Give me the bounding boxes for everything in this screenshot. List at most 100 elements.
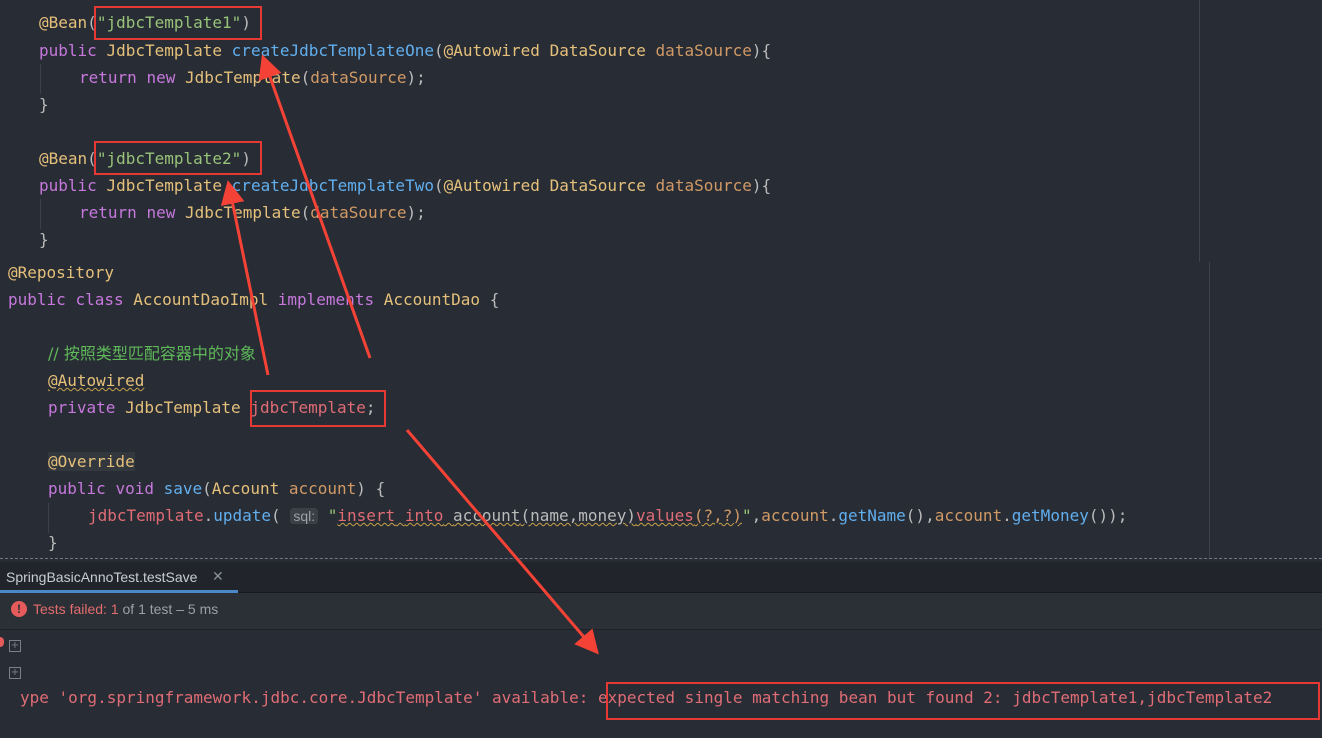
- paren: (),: [905, 506, 935, 525]
- paren: (: [433, 41, 444, 60]
- annotation-box-error: [606, 682, 1320, 720]
- brace: }: [48, 533, 58, 552]
- keyword: void: [115, 479, 154, 498]
- code-line-method-two[interactable]: public JdbcTemplate createJdbcTemplateTw…: [39, 176, 771, 196]
- type: DataSource: [549, 176, 646, 195]
- bean-annotation: @Bean: [39, 13, 88, 32]
- code-line-class-decl[interactable]: public class AccountDaoImpl implements A…: [8, 290, 499, 310]
- brace: {: [489, 290, 500, 309]
- test-status-text: Tests failed: 1 of 1 test – 5 ms: [33, 601, 218, 617]
- override-annotation: @Override: [48, 452, 135, 471]
- failed-count: 1: [110, 601, 119, 617]
- keyword: private: [48, 398, 116, 417]
- type: JdbcTemplate: [184, 203, 301, 222]
- type: Account: [211, 479, 280, 498]
- tab-run-config[interactable]: SpringBasicAnnoTest.testSave ✕: [0, 562, 238, 593]
- indent-guide: [40, 64, 41, 94]
- code-line-brace: }: [39, 230, 49, 250]
- brace: }: [39, 95, 49, 114]
- code-line-return-one[interactable]: return new JdbcTemplate(dataSource);: [79, 68, 426, 88]
- brace: }: [39, 230, 49, 249]
- paren: (: [271, 506, 281, 525]
- parameter: account: [288, 479, 357, 498]
- code-line-repository[interactable]: @Repository: [8, 263, 114, 283]
- type: JdbcTemplate: [125, 398, 241, 417]
- paren: ) {: [356, 479, 386, 498]
- class-name: AccountDaoImpl: [133, 290, 269, 309]
- keyword: new: [146, 68, 176, 87]
- paren: (: [202, 479, 212, 498]
- parameter: account: [934, 506, 1003, 525]
- sql-keyword: values: [636, 506, 694, 525]
- error-icon: !: [11, 601, 27, 617]
- right-margin-line: [1209, 262, 1210, 558]
- dot: .: [203, 506, 214, 525]
- sql-columns: (name,money): [520, 506, 637, 525]
- code-line-autowired[interactable]: @Autowired: [48, 371, 144, 391]
- paren: (: [300, 203, 311, 222]
- paren: ());: [1088, 506, 1128, 525]
- breakpoint-marker: [0, 637, 4, 647]
- autowired-annotation: @Autowired: [443, 41, 540, 60]
- sql-keyword: into: [404, 506, 444, 525]
- method-name: update: [213, 506, 272, 525]
- type: JdbcTemplate: [184, 68, 301, 87]
- failed-label: Tests failed:: [33, 601, 107, 617]
- keyword: public: [48, 479, 106, 498]
- keyword: implements: [277, 290, 375, 309]
- keyword: public: [39, 41, 97, 60]
- keyword: return: [79, 203, 137, 222]
- indent-guide: [48, 503, 49, 533]
- dot: .: [1002, 506, 1012, 525]
- tab-label: SpringBasicAnnoTest.testSave: [6, 569, 198, 585]
- paren: (: [300, 68, 311, 87]
- test-status-bar: ! Tests failed: 1 of 1 test – 5 ms: [0, 593, 1322, 630]
- type: JdbcTemplate: [106, 41, 223, 60]
- code-line-update-call[interactable]: jdbcTemplate.update( sql: "insert into a…: [88, 506, 1127, 526]
- parameter: dataSource: [310, 68, 407, 87]
- annotation-box-bean2: [94, 141, 262, 175]
- code-line-save-method[interactable]: public void save(Account account) {: [48, 479, 385, 499]
- method-name: createJdbcTemplateOne: [231, 41, 434, 60]
- expand-icon[interactable]: +: [9, 640, 21, 652]
- keyword: class: [75, 290, 124, 309]
- annotation-box-field: [250, 390, 386, 427]
- run-tab-bar: SpringBasicAnnoTest.testSave ✕: [0, 562, 1322, 593]
- duration: 5 ms: [187, 601, 219, 617]
- paren: (: [433, 176, 444, 195]
- keyword: return: [79, 68, 137, 87]
- total-tests: of 1 test: [122, 601, 173, 617]
- comma: ,: [751, 506, 762, 525]
- close-icon[interactable]: ✕: [212, 568, 224, 585]
- paren: );: [406, 203, 426, 222]
- string-quote: ": [327, 506, 338, 525]
- keyword: new: [146, 203, 176, 222]
- autowired-annotation: @Autowired: [443, 176, 540, 195]
- autowired-annotation: @Autowired: [48, 371, 145, 390]
- code-line-comment[interactable]: // 按照类型匹配容器中的对象: [48, 344, 256, 364]
- indent-guide: [40, 199, 41, 229]
- method-name: getName: [838, 506, 906, 525]
- sql-keyword: insert: [337, 506, 396, 525]
- expand-icon[interactable]: +: [9, 667, 21, 679]
- code-line-brace: }: [48, 533, 58, 553]
- annotation-box-bean1: [94, 6, 262, 40]
- sql-params: (?,?): [693, 506, 742, 525]
- field-name: jdbcTemplate: [88, 506, 204, 525]
- code-line-method-one[interactable]: public JdbcTemplate createJdbcTemplateOn…: [39, 41, 771, 61]
- keyword: public: [8, 290, 66, 309]
- parameter-hint: sql:: [290, 508, 319, 524]
- parameter: dataSource: [655, 176, 752, 195]
- editor-split-divider: [0, 558, 1322, 559]
- code-line-return-two[interactable]: return new JdbcTemplate(dataSource);: [79, 203, 426, 223]
- type: JdbcTemplate: [106, 176, 223, 195]
- code-line-override[interactable]: @Override: [48, 452, 135, 472]
- paren: ){: [751, 41, 772, 60]
- repository-annotation: @Repository: [8, 263, 114, 282]
- sql-table: account: [453, 506, 521, 525]
- method-name: getMoney: [1011, 506, 1089, 525]
- string-quote: ": [742, 506, 752, 525]
- console-error-prefix: ype 'org.springframework.jdbc.core.JdbcT…: [20, 688, 589, 707]
- bean-annotation: @Bean: [39, 149, 88, 168]
- right-margin-line: [1199, 0, 1200, 262]
